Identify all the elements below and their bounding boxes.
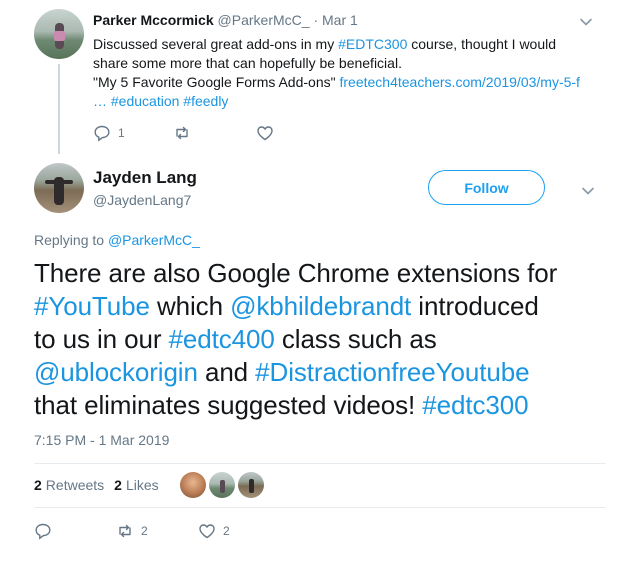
retweets-stat[interactable]: 2 Retweets	[34, 477, 104, 493]
text-line: #YouTube which @kbhildebrandt introduced	[34, 290, 619, 323]
text-link[interactable]: freetech4teachers.com/2019/03/my-5-f	[339, 74, 579, 90]
text-line: "My 5 Favorite Google Forms Add-ons" fre…	[93, 73, 603, 92]
text-link[interactable]: … #education #feedly	[93, 93, 228, 109]
likes-stat[interactable]: 2 Likes	[114, 477, 158, 493]
likes-stat-label: Likes	[125, 477, 159, 493]
text-line: to us in our #edtc400 class such as	[34, 323, 619, 356]
chevron-down-icon[interactable]	[581, 184, 595, 198]
text-segment: class such as	[274, 324, 437, 354]
text-link[interactable]: @kbhildebrandt	[230, 291, 411, 321]
retweet-action[interactable]	[173, 124, 198, 142]
text-line: … #education #feedly	[93, 92, 603, 111]
header-separator: ·	[313, 12, 319, 28]
heart-icon	[257, 126, 273, 141]
likes-stat-count: 2	[114, 477, 122, 493]
reply-icon	[35, 523, 51, 540]
text-line: Discussed several great add-ons in my #E…	[93, 35, 603, 54]
text-segment: introduced	[411, 291, 539, 321]
like-action[interactable]: 2	[198, 522, 230, 540]
tweet-stats: 2 Retweets 2 Likes	[34, 469, 169, 501]
text-link[interactable]: #DistractionfreeYoutube	[255, 357, 529, 387]
retweet-action[interactable]: 2	[116, 522, 148, 540]
text-segment: to us in our	[34, 324, 169, 354]
like-count: 2	[223, 524, 230, 538]
retweet-count: 2	[141, 524, 148, 538]
parent-tweet-date[interactable]: Mar 1	[322, 12, 358, 28]
main-author-handle[interactable]: @JaydenLang7	[93, 192, 191, 208]
text-link[interactable]: @ublockorigin	[34, 357, 198, 387]
reply-action[interactable]	[34, 522, 52, 540]
reply-icon	[94, 125, 110, 142]
replying-to: Replying to @ParkerMcC_	[34, 232, 200, 248]
liker-avatars	[180, 472, 264, 498]
divider	[34, 463, 606, 464]
parent-author-name[interactable]: Parker Mccormick	[93, 12, 214, 28]
avatar-figure	[249, 479, 254, 493]
main-author-avatar[interactable]	[34, 163, 84, 213]
reply-action[interactable]: 1	[93, 124, 125, 142]
text-link[interactable]: #edtc400	[169, 324, 275, 354]
retweets-stat-count: 2	[34, 477, 42, 493]
heart-icon	[199, 524, 215, 539]
text-segment: There are also Google Chrome extensions …	[34, 258, 558, 288]
thread-connector-line	[58, 64, 60, 154]
text-line: There are also Google Chrome extensions …	[34, 257, 619, 290]
text-line: @ublockorigin and #DistractionfreeYoutub…	[34, 356, 619, 389]
divider	[34, 507, 606, 508]
liker-avatar-2[interactable]	[209, 472, 235, 498]
text-link[interactable]: #YouTube	[34, 291, 150, 321]
text-segment: share some more that can hopefully be be…	[93, 55, 402, 71]
retweets-stat-label: Retweets	[45, 477, 105, 493]
liker-avatar-3[interactable]	[238, 472, 264, 498]
main-tweet-actions: 2 2	[34, 522, 434, 542]
text-line: that eliminates suggested videos! #edtc3…	[34, 389, 619, 422]
liker-avatar-1[interactable]	[180, 472, 206, 498]
text-segment: "My 5 Favorite Google Forms Add-ons"	[93, 74, 340, 90]
text-link[interactable]: #EDTC300	[338, 36, 407, 52]
text-segment: that eliminates suggested videos!	[34, 390, 423, 420]
parent-tweet[interactable]: Parker Mccormick @ParkerMcC_ · Mar 1 Dis…	[0, 0, 633, 154]
text-segment: and	[197, 357, 256, 387]
replying-to-handle-link[interactable]: @ParkerMcC_	[108, 232, 200, 248]
like-action[interactable]	[256, 124, 281, 142]
retweet-icon	[176, 126, 188, 140]
parent-author-handle[interactable]: @ParkerMcC_	[218, 12, 310, 28]
avatar-figure-detail	[54, 31, 65, 41]
parent-tweet-text: Discussed several great add-ons in my #E…	[93, 35, 603, 111]
main-tweet-text: There are also Google Chrome extensions …	[34, 257, 619, 422]
text-link[interactable]: #edtc300	[422, 390, 528, 420]
reply-count: 1	[118, 126, 125, 140]
replying-to-label: Replying to	[34, 232, 108, 248]
parent-author-avatar[interactable]	[34, 9, 84, 59]
retweet-icon	[119, 524, 131, 538]
text-segment: which	[149, 291, 231, 321]
parent-tweet-actions: 1	[93, 124, 493, 144]
tweet-timestamp[interactable]: 7:15 PM - 1 Mar 2019	[34, 432, 169, 448]
avatar-figure	[220, 480, 225, 493]
follow-button[interactable]: Follow	[428, 170, 545, 205]
parent-tweet-header: Parker Mccormick @ParkerMcC_ · Mar 1	[93, 12, 358, 28]
avatar-figure	[54, 177, 64, 205]
text-line: share some more that can hopefully be be…	[93, 54, 603, 73]
text-segment: course, thought I would	[407, 36, 557, 52]
main-author-name[interactable]: Jayden Lang	[93, 168, 197, 188]
text-segment: Discussed several great add-ons in my	[93, 36, 339, 52]
chevron-down-icon[interactable]	[579, 15, 593, 29]
